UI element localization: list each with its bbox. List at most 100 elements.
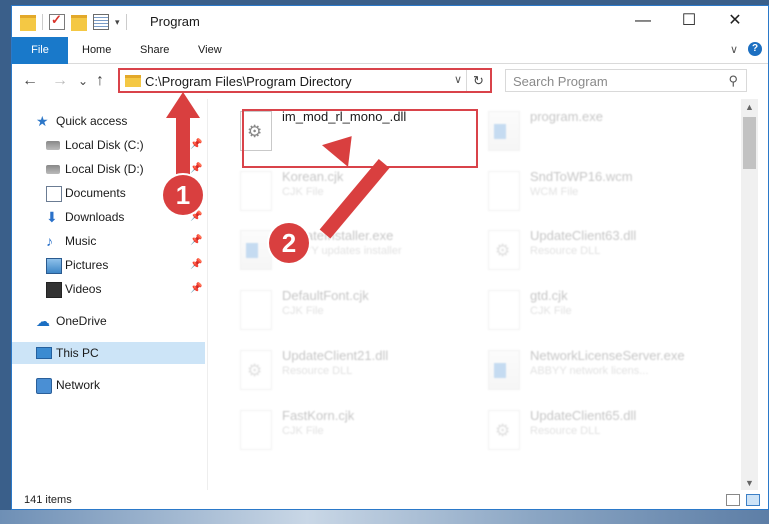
star-icon: ★: [36, 113, 49, 129]
file-type: CJK File: [282, 425, 324, 437]
file-type: WCM File: [530, 186, 579, 198]
scroll-up-arrow-icon[interactable]: ▲: [741, 102, 758, 112]
file-item[interactable]: UpdateClient21.dll Resource DLL: [234, 342, 469, 398]
address-dropdown-chevron-icon[interactable]: ∨: [454, 73, 462, 86]
vertical-scrollbar[interactable]: ▲ ▼: [741, 99, 758, 491]
address-bar[interactable]: C:\Program Files\Program Directory ∨ ↻: [118, 69, 491, 92]
pictures-icon: [46, 258, 62, 274]
file-type: ABBYY network licens...: [530, 365, 649, 377]
callout-arrow-head-2: [321, 125, 365, 167]
file-icon: [240, 290, 272, 330]
file-name: UpdateClient65.dll: [530, 408, 637, 423]
pin-icon[interactable]: 📌: [190, 278, 202, 300]
sidebar-item-pictures[interactable]: Pictures 📌: [12, 254, 205, 276]
documents-icon: [46, 186, 62, 202]
dll-gear-icon: [488, 230, 520, 270]
exe-icon: [240, 230, 272, 270]
file-item[interactable]: program.exe: [482, 103, 717, 159]
file-name: program.exe: [530, 109, 603, 124]
download-icon: ⬇: [46, 209, 58, 225]
disk-icon: [46, 141, 60, 150]
address-folder-icon: [125, 75, 141, 87]
search-icon[interactable]: ⚲: [728, 73, 738, 89]
item-count: 141 items: [24, 494, 72, 506]
file-item[interactable]: FastKorn.cjk CJK File: [234, 402, 469, 458]
title-bar: ▾ Program — ☐ ✕: [12, 6, 768, 36]
navigation-bar: ← → ⌄ ↑ C:\Program Files\Program Directo…: [12, 64, 768, 98]
large-icons-view-icon[interactable]: [746, 494, 760, 506]
file-item[interactable]: SndToWP16.wcm WCM File: [482, 163, 717, 219]
details-view-icon[interactable]: [726, 494, 740, 506]
scrollbar-thumb[interactable]: [743, 117, 756, 169]
expand-ribbon-chevron-icon[interactable]: ∨: [730, 43, 738, 56]
callout-badge-1: 1: [163, 175, 203, 215]
file-icon: [240, 171, 272, 211]
forward-arrow-icon[interactable]: →: [52, 72, 68, 90]
file-type: CJK File: [530, 305, 572, 317]
scroll-down-arrow-icon[interactable]: ▼: [741, 478, 758, 488]
callout-arrow-1: [176, 116, 190, 178]
dll-gear-icon: [488, 410, 520, 450]
file-item[interactable]: DefaultFont.cjk CJK File: [234, 282, 469, 338]
close-button[interactable]: ✕: [712, 6, 758, 36]
file-icon: [488, 290, 520, 330]
recent-locations-chevron-icon[interactable]: ⌄: [78, 74, 88, 88]
properties-icon[interactable]: [93, 14, 109, 30]
callout-badge-2: 2: [269, 223, 309, 263]
music-icon: ♪: [46, 233, 53, 249]
tab-share[interactable]: Share: [127, 37, 182, 63]
sidebar-item-music[interactable]: ♪ Music 📌: [12, 230, 205, 252]
sidebar-item-onedrive[interactable]: ☁ OneDrive: [12, 310, 205, 332]
callout-arrow-head-1: [166, 92, 200, 118]
quick-access-toolbar: ▾: [20, 12, 127, 31]
file-item[interactable]: UpdateClient63.dll Resource DLL: [482, 222, 717, 278]
search-box[interactable]: Search Program ⚲: [505, 69, 747, 92]
exe-icon: [488, 111, 520, 151]
file-type: Resource DLL: [530, 425, 601, 437]
file-name: SndToWP16.wcm: [530, 169, 633, 184]
file-name: gtd.cjk: [530, 288, 568, 303]
file-name: UpdateClient63.dll: [530, 228, 637, 243]
sidebar-item-videos[interactable]: Videos 📌: [12, 278, 205, 300]
file-item[interactable]: UpdateClient65.dll Resource DLL: [482, 402, 717, 458]
file-type: Resource DLL: [530, 245, 601, 257]
tab-home[interactable]: Home: [69, 37, 124, 63]
maximize-button[interactable]: ☐: [666, 6, 712, 36]
new-folder-icon[interactable]: [71, 15, 87, 31]
properties-check-icon[interactable]: [49, 12, 65, 30]
status-bar: 141 items: [12, 490, 768, 509]
explorer-window: ▾ Program — ☐ ✕ File Home Share View ∨ ?…: [11, 5, 769, 510]
pin-icon[interactable]: 📌: [190, 134, 202, 156]
file-item[interactable]: gtd.cjk CJK File: [482, 282, 717, 338]
file-icon: [488, 171, 520, 211]
ribbon-tabs: File Home Share View ∨ ?: [12, 37, 768, 93]
file-item[interactable]: NetworkLicenseServer.exe ABBYY network l…: [482, 342, 717, 398]
pin-icon[interactable]: 📌: [190, 254, 202, 276]
tab-view[interactable]: View: [185, 37, 235, 63]
file-name: NetworkLicenseServer.exe: [530, 348, 685, 363]
file-name: DefaultFont.cjk: [282, 288, 369, 303]
file-type: CJK File: [282, 305, 324, 317]
back-arrow-icon[interactable]: ←: [22, 72, 38, 90]
sidebar-item-network[interactable]: Network: [12, 374, 205, 396]
help-icon[interactable]: ?: [748, 42, 762, 56]
refresh-icon[interactable]: ↻: [466, 70, 490, 91]
address-path[interactable]: C:\Program Files\Program Directory: [145, 74, 352, 89]
up-arrow-icon[interactable]: ↑: [96, 72, 104, 90]
minimize-button[interactable]: —: [620, 6, 666, 36]
computer-icon: [36, 347, 52, 359]
pin-icon[interactable]: 📌: [190, 230, 202, 252]
disk-icon: [46, 165, 60, 174]
file-name: FastKorn.cjk: [282, 408, 355, 423]
sidebar-item-this-pc[interactable]: This PC: [12, 342, 205, 364]
network-icon: [36, 378, 52, 394]
file-icon: [240, 410, 272, 450]
search-input[interactable]: Search Program: [513, 74, 608, 89]
cloud-icon: ☁: [36, 313, 50, 329]
window-title: Program: [150, 14, 200, 29]
customize-toolbar-chevron-icon[interactable]: ▾: [115, 17, 120, 28]
file-type: Resource DLL: [282, 365, 353, 377]
videos-icon: [46, 282, 62, 298]
desktop-background: [0, 510, 769, 524]
folder-icon: [20, 15, 36, 31]
